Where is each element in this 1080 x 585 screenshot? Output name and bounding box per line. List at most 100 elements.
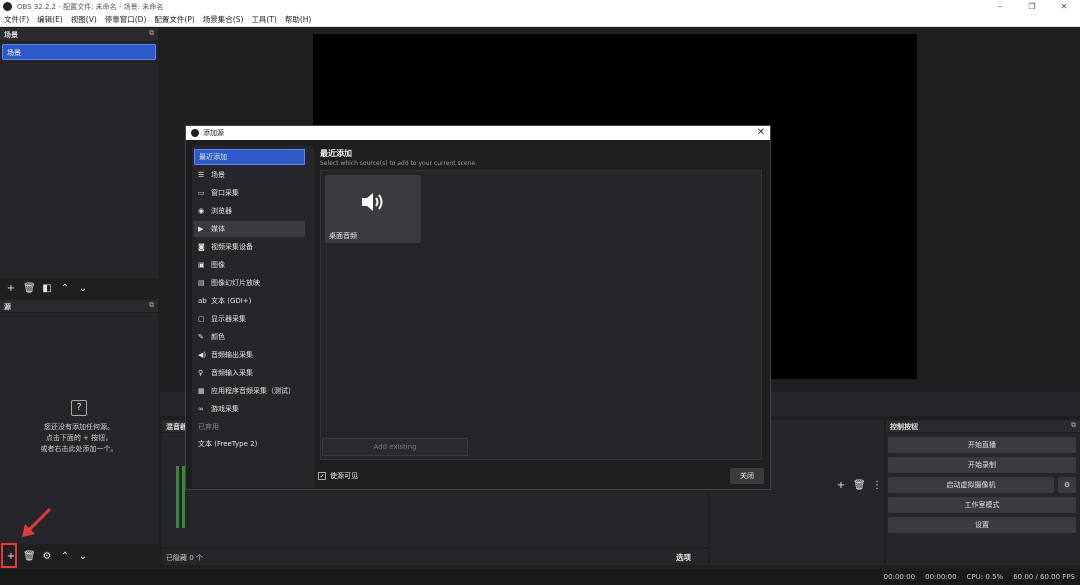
source-type-display-capture[interactable]: ▢ 显示器采集 [194,311,305,327]
image-icon: ▣ [198,261,205,269]
obs-logo-icon [191,129,199,137]
brush-icon: ✎ [198,333,204,341]
source-type-recent[interactable]: 最近添加 [194,149,305,165]
record-time: 00:00:00 [925,573,957,581]
add-scene-icon[interactable]: + [5,283,17,294]
cpu-usage: CPU: 0.5% [966,573,1004,581]
source-type-browser[interactable]: ◉ 浏览器 [194,203,305,219]
add-existing-button[interactable]: Add existing [322,438,468,456]
add-source-dialog: 添加源 ✕ 最近添加 ☰ 场景 ▭ 窗口采集 ◉ 浏览器 ▶ 媒体 ◙ 视频采集设备 ▣ 图… [185,125,771,490]
close-window-button[interactable]: ✕ [1048,0,1080,13]
source-properties-icon[interactable]: ⚙ [41,551,53,562]
start-recording-button[interactable]: 开始录制 [888,457,1076,473]
scene-filter-icon[interactable]: ◧ [41,283,53,294]
menu-help[interactable]: 帮助(H) [281,14,316,25]
fps-readout: 60.00 / 60.00 FPS [1013,573,1075,581]
source-type-text-gdi[interactable]: ab 文本 (GDI+) [194,293,305,309]
scenes-toolbar: + 🗑 ◧ ⌃ ⌄ [0,281,158,295]
menu-profile[interactable]: 配置文件(P) [150,14,198,25]
remove-transition-icon[interactable]: 🗑 [853,480,866,491]
recent-title: 最近添加 [320,149,352,158]
remove-source-icon[interactable]: 🗑 [23,551,36,562]
play-icon: ▶ [198,225,204,233]
move-up-icon[interactable]: ⌃ [59,283,71,294]
options-dropdown[interactable]: 选项 [676,552,691,563]
text-icon: ab [198,297,207,305]
source-type-scene[interactable]: ☰ 场景 [194,167,305,183]
annotation-arrow-icon [22,507,52,537]
dialog-title: 添加源 [203,129,224,137]
obs-logo-icon [3,2,12,11]
source-type-app-audio[interactable]: ▦ 应用程序音频采集（测试） [194,383,305,399]
move-down-icon[interactable]: ⌄ [77,551,89,562]
minimize-button[interactable]: – [984,0,1016,13]
sources-dock-header: 源 ⧉ [0,300,158,312]
start-virtual-camera-button[interactable]: 启动虚拟摄像机 [888,477,1054,493]
hidden-count-label: 已隐藏 0 个 [166,554,203,562]
virtual-camera-settings-icon[interactable]: ⚙ [1058,477,1076,493]
checkmark-icon: ✓ [318,472,326,480]
source-type-slideshow[interactable]: ▤ 图像幻灯片放映 [194,275,305,291]
add-source-highlight [1,543,17,568]
dialog-close-icon[interactable]: ✕ [757,127,765,138]
recent-subtitle: Select which source(s) to add to your cu… [320,160,477,167]
source-type-media[interactable]: ▶ 媒体 [194,221,305,237]
camera-icon: ◙ [198,243,205,251]
move-up-icon[interactable]: ⌃ [59,551,71,562]
close-button[interactable]: 关闭 [730,468,764,484]
remove-scene-icon[interactable]: 🗑 [23,283,36,294]
sources-toolbar: + 🗑 ⚙ ⌃ ⌄ [0,549,158,563]
menu-view[interactable]: 视图(V) [67,14,101,25]
scenes-list[interactable] [0,40,158,278]
status-bar: 00:00:00 00:00:00 CPU: 0.5% 60.00 / 60.0… [0,569,1080,585]
deprecated-section-label: 已弃用 [198,423,219,431]
undock-icon[interactable]: ⧉ [149,301,154,310]
studio-mode-button[interactable]: 工作室模式 [888,497,1076,513]
source-type-image[interactable]: ▣ 图像 [194,257,305,273]
desktop-audio-tile[interactable]: 桌面音频 [325,175,421,243]
gamepad-icon: ∞ [198,405,204,413]
source-type-window-capture[interactable]: ▭ 窗口采集 [194,185,305,201]
make-visible-checkbox[interactable]: ✓ 使源可见 [318,471,358,481]
menu-docks[interactable]: 停靠窗口(D) [101,14,151,25]
menu-scene-collection[interactable]: 场景集合(S) [199,14,248,25]
speaker-icon [325,191,421,218]
settings-button[interactable]: 设置 [888,517,1076,533]
menu-bar: 文件(F) 编辑(E) 视图(V) 停靠窗口(D) 配置文件(P) 场景集合(S… [0,13,1080,27]
app-window-icon: ▦ [198,387,205,395]
microphone-icon: ♀ [198,369,204,377]
undock-icon[interactable]: ⧉ [1071,421,1076,430]
source-type-list: 最近添加 ☰ 场景 ▭ 窗口采集 ◉ 浏览器 ▶ 媒体 ◙ 视频采集设备 ▣ 图像 ▤ 图像幻… [192,146,314,488]
window-titlebar: OBS 32.2.2 - 配置文件: 未命名 - 场景: 未命名 – ❐ ✕ [0,0,1080,13]
menu-tools[interactable]: 工具(T) [247,14,280,25]
scenes-dock-header: 场景 ⧉ [0,28,158,40]
question-icon: ? [71,400,87,416]
undock-icon[interactable]: ⧉ [149,29,154,38]
monitor-icon: ▢ [198,315,205,323]
speaker-icon: ◀) [198,351,207,359]
add-transition-icon[interactable]: + [835,480,847,491]
dialog-titlebar: 添加源 ✕ [186,126,770,140]
menu-edit[interactable]: 编辑(E) [33,14,67,25]
globe-icon: ◉ [198,207,205,215]
slideshow-icon: ▤ [198,279,205,287]
source-type-game-capture[interactable]: ∞ 游戏采集 [194,401,305,417]
menu-file[interactable]: 文件(F) [0,14,33,25]
source-type-audio-input[interactable]: ♀ 音频输入采集 [194,365,305,381]
source-type-freetype-text[interactable]: 文本 (FreeType 2) [194,436,305,452]
window-icon: ▭ [198,189,205,197]
maximize-button[interactable]: ❐ [1016,0,1048,13]
sources-empty-hint: ? 您还没有添加任何源。 点击下面的 + 按钮， 或者右击此处添加一个。 [40,400,118,453]
mixer-status-bar [162,549,708,565]
start-streaming-button[interactable]: 开始直播 [888,437,1076,453]
source-type-video-capture[interactable]: ◙ 视频采集设备 [194,239,305,255]
more-options-icon[interactable]: ⋮ [871,480,883,491]
scene-item[interactable]: 场景 [2,44,156,60]
audio-meter [176,466,179,528]
tile-label: 桌面音频 [329,232,357,240]
source-type-audio-output[interactable]: ◀) 音频输出采集 [194,347,305,363]
list-icon: ☰ [198,171,205,179]
source-type-color[interactable]: ✎ 颜色 [194,329,305,345]
move-down-icon[interactable]: ⌄ [77,283,89,294]
window-title: OBS 32.2.2 - 配置文件: 未命名 - 场景: 未命名 [17,2,164,11]
